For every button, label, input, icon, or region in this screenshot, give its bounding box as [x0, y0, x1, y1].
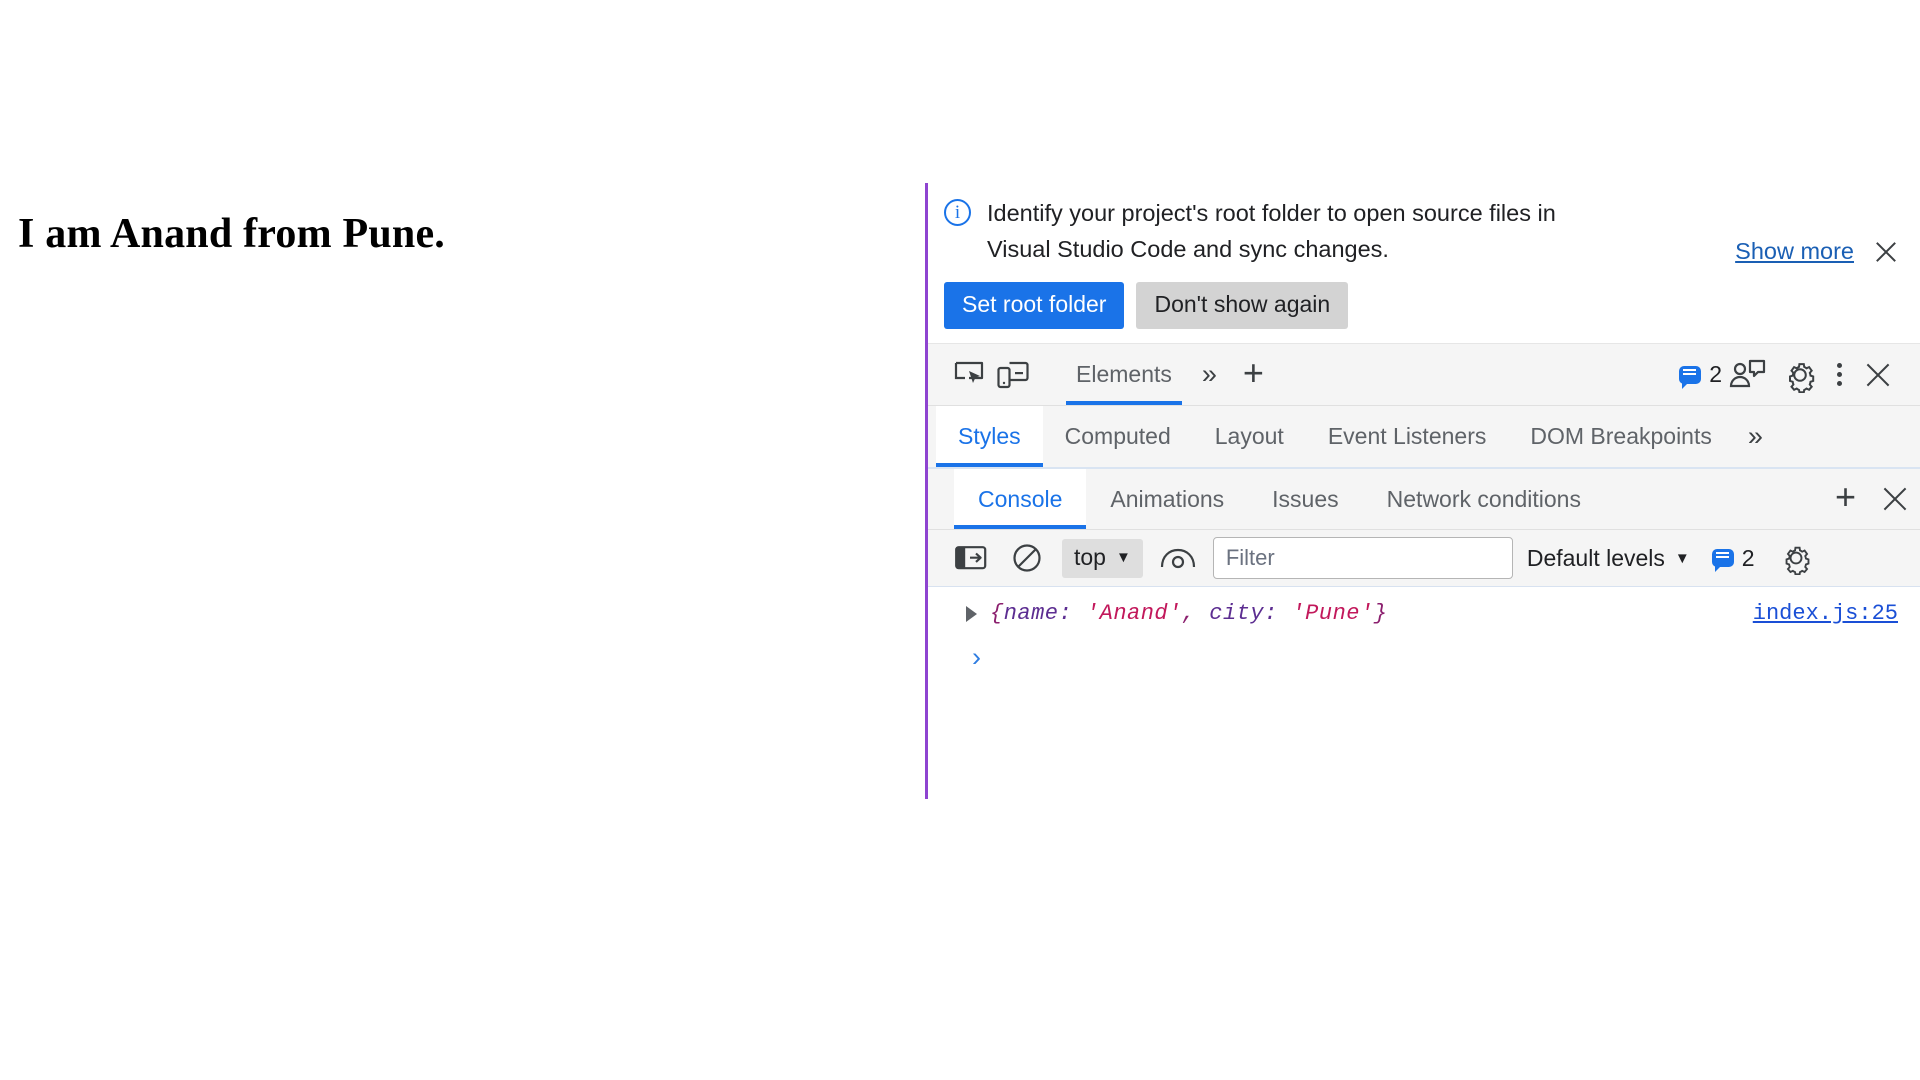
console-filter-toolbar: top ▼ Default levels ▼ 2 — [928, 529, 1920, 587]
console-issues-count: 2 — [1741, 544, 1755, 571]
tab-issues[interactable]: Issues — [1248, 469, 1362, 529]
banner-message-line-2: Visual Studio Code and sync changes. — [987, 236, 1389, 262]
pane-tabs-chevron-double-right-icon[interactable]: » — [1734, 406, 1777, 467]
log-levels-select[interactable]: Default levels ▼ — [1527, 545, 1690, 572]
show-more-link[interactable]: Show more — [1735, 238, 1854, 265]
devtools-close-icon[interactable] — [1852, 354, 1902, 396]
object-open-brace: { — [990, 601, 1004, 626]
tab-event-listeners[interactable]: Event Listeners — [1306, 406, 1509, 467]
banner-message: Identify your project's root folder to o… — [987, 195, 1556, 267]
chevron-down-icon: ▼ — [1674, 549, 1690, 567]
object-key-name: name: — [1003, 601, 1073, 626]
object-value-name: 'Anand' — [1085, 601, 1182, 626]
tab-layout[interactable]: Layout — [1193, 406, 1306, 467]
gear-icon[interactable] — [1774, 354, 1826, 396]
console-message-row: {name: 'Anand', city: 'Pune'} index.js:2… — [928, 595, 1920, 632]
drawer-close-icon[interactable] — [1868, 478, 1920, 520]
ai-assistant-icon[interactable] — [1722, 354, 1774, 396]
execution-context-select[interactable]: top ▼ — [1062, 538, 1143, 578]
dots-vertical-icon[interactable] — [1826, 360, 1852, 390]
console-settings-gear-icon[interactable] — [1775, 537, 1817, 579]
tab-network-conditions[interactable]: Network conditions — [1363, 469, 1605, 529]
set-root-folder-button[interactable]: Set root folder — [944, 282, 1125, 329]
object-value-city: 'Pune' — [1291, 601, 1374, 626]
issues-counter[interactable]: 2 — [1679, 361, 1722, 389]
tab-styles[interactable]: Styles — [936, 406, 1043, 467]
tab-computed[interactable]: Computed — [1043, 406, 1193, 467]
tab-console[interactable]: Console — [954, 469, 1087, 529]
more-tabs-chevron-double-right-icon[interactable]: » — [1188, 361, 1231, 388]
console-output: {name: 'Anand', city: 'Pune'} index.js:2… — [928, 587, 1920, 747]
filter-input[interactable] — [1212, 537, 1513, 579]
tab-dom-breakpoints[interactable]: DOM Breakpoints — [1508, 406, 1734, 467]
console-sidebar-icon[interactable] — [950, 537, 992, 579]
info-circle-icon: i — [944, 199, 971, 226]
sidebar-pane-tabs: Styles Computed Layout Event Listeners D… — [928, 405, 1920, 467]
console-prompt-row[interactable]: › — [928, 632, 1920, 677]
tab-animations[interactable]: Animations — [1086, 469, 1248, 529]
object-close-brace: } — [1373, 601, 1388, 626]
device-toolbar-icon[interactable] — [992, 354, 1034, 396]
chevron-down-icon: ▼ — [1115, 548, 1131, 566]
banner-message-line-1: Identify your project's root folder to o… — [987, 200, 1556, 226]
execution-context-value: top — [1074, 543, 1106, 570]
devtools-panel: i Identify your project's root folder to… — [925, 183, 1920, 799]
issues-count: 2 — [1709, 361, 1722, 387]
banner-close-icon[interactable] — [1872, 239, 1898, 265]
dont-show-again-button[interactable]: Don't show again — [1136, 282, 1349, 329]
drawer-add-tab-plus-icon[interactable]: + — [1823, 465, 1868, 529]
console-issues-counter[interactable]: 2 — [1711, 544, 1755, 572]
source-link[interactable]: index.js:25 — [1753, 601, 1898, 626]
drawer-tabs: Console Animations Issues Network condit… — [928, 467, 1920, 529]
devtools-main-toolbar: Elements » + 2 — [928, 343, 1920, 405]
log-levels-value: Default levels — [1526, 544, 1665, 571]
console-prompt-chevron-icon: › — [972, 642, 981, 672]
tab-elements[interactable]: Elements — [1060, 344, 1188, 405]
triangle-right-icon[interactable] — [966, 605, 977, 622]
message-bubble-icon — [1679, 365, 1702, 389]
message-bubble-icon — [1711, 549, 1734, 572]
object-key-city: city: — [1209, 601, 1278, 626]
add-tab-plus-icon[interactable]: + — [1231, 354, 1276, 391]
console-logged-object[interactable]: {name: 'Anand', city: 'Pune'} — [990, 601, 1387, 626]
inspect-element-icon[interactable] — [950, 354, 992, 396]
vscode-info-banner: i Identify your project's root folder to… — [928, 183, 1920, 343]
clear-console-icon[interactable] — [1006, 537, 1048, 579]
page-title: I am Anand from Pune. — [18, 211, 445, 257]
eye-icon[interactable] — [1157, 537, 1199, 579]
object-comma: , — [1181, 601, 1196, 626]
